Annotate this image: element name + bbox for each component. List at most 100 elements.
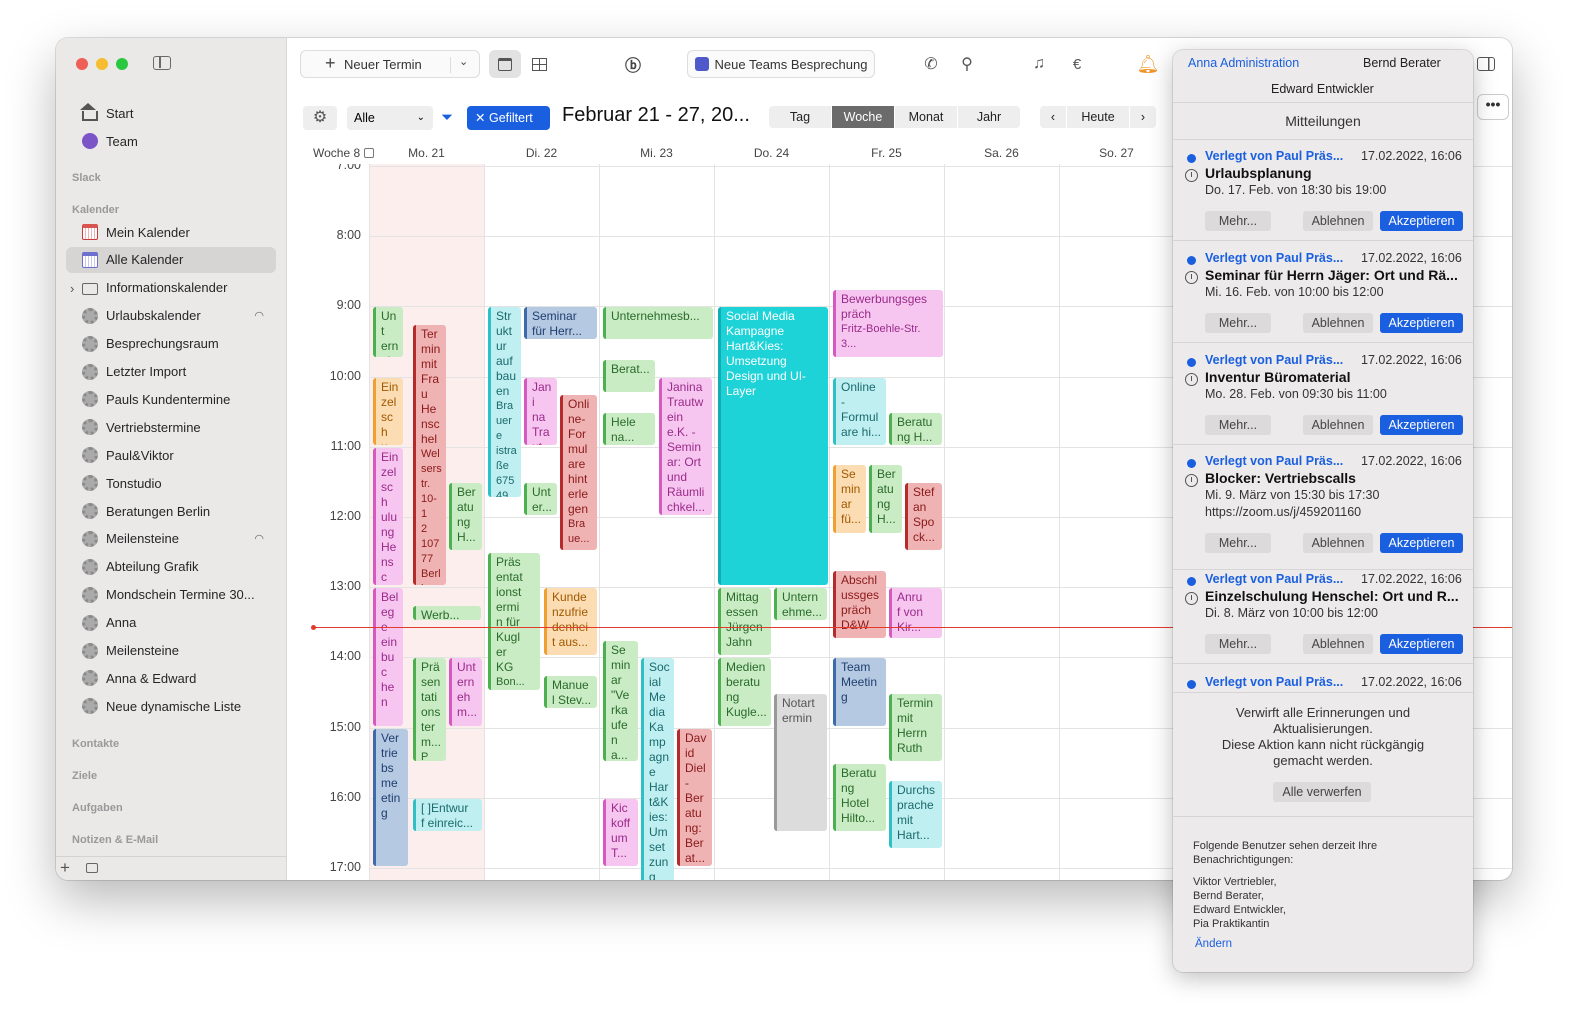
teams-meeting-button[interactable]: Neue Teams Besprechung — [687, 50, 875, 78]
calendar-event[interactable]: Ber atu ng H... — [869, 465, 902, 533]
calendar-event[interactable]: Unt er... — [524, 482, 557, 515]
route-icon[interactable]: ⚲ — [955, 50, 979, 78]
section-aufgaben[interactable]: Aufgaben — [72, 802, 123, 814]
section-notizen[interactable]: Notizen & E-Mail — [72, 834, 158, 846]
calendar-event[interactable]: Unt ern eh m... — [449, 658, 482, 726]
calendar-event[interactable]: Notart ermin — [774, 693, 827, 831]
add-button[interactable]: + — [60, 858, 70, 878]
calendar-event[interactable]: Social Media Kampagne Hart&Kies: Umsetzu… — [718, 307, 828, 586]
view-tab-monat[interactable]: Monat — [895, 106, 957, 128]
calendar-event[interactable]: Anru f von Kir... — [889, 588, 942, 638]
grid-view-icon[interactable] — [525, 50, 553, 78]
calendar-event[interactable]: Ter min mit Fra u He nsc hel Wel sers tr.… — [413, 324, 446, 586]
sidebar-calendar-10[interactable]: Beratungen Berlin — [66, 498, 276, 524]
calendar-event[interactable]: Kic koff um T... — [603, 798, 638, 866]
user-tab-bernd[interactable]: Bernd Berater — [1363, 56, 1441, 70]
sidebar-calendar-3[interactable]: Urlaubskalender ◠ — [66, 303, 276, 329]
view-tab-tag[interactable]: Tag — [769, 106, 831, 128]
calendar-event[interactable]: Hele na... — [603, 412, 655, 445]
calendar-event[interactable]: Werb... — [413, 605, 481, 621]
sidebar-calendar-5[interactable]: Letzter Import — [66, 359, 276, 385]
calendar-event[interactable]: [ ]Entwur f einreic... — [413, 798, 482, 831]
sidebar-calendar-0[interactable]: Mein Kalender — [66, 219, 276, 245]
day-header[interactable]: Do. 24 — [714, 146, 829, 160]
sidebar-calendar-13[interactable]: Mondschein Termine 30... — [66, 582, 276, 608]
calendar-event[interactable]: Beratu ng H... — [889, 412, 942, 445]
calendar-event[interactable]: Dav id Diel - Ber atu ng: Ber at... — [677, 728, 712, 866]
day-header[interactable]: So. 27 — [1059, 146, 1174, 160]
note-link[interactable]: https://zoom.us/j/459201160 — [1205, 505, 1361, 519]
music-icon[interactable]: ♫ — [1027, 50, 1051, 78]
section-kontakte[interactable]: Kontakte — [72, 738, 119, 750]
more-button[interactable]: Mehr... — [1205, 211, 1271, 231]
zoom-window-button[interactable] — [116, 58, 128, 70]
minimize-window-button[interactable] — [96, 58, 108, 70]
calendar-event[interactable]: Soc ial Me dia Ka mp agn e Har t&K ies: … — [641, 658, 674, 880]
filter-select[interactable]: Alle ⌄ — [347, 106, 433, 130]
discard-all-button[interactable]: Alle verwerfen — [1273, 782, 1371, 802]
calendar-event[interactable]: Onli ne- For mul are hint erle gen Bra ue… — [560, 395, 597, 551]
logo-icon[interactable]: ⓑ — [621, 50, 645, 78]
chevron-down-icon[interactable]: ⌄ — [459, 55, 468, 68]
day-header[interactable]: Fr. 25 — [829, 146, 944, 160]
calendar-event[interactable]: Medien beratu ng Kugle... — [718, 658, 771, 726]
day-header[interactable]: Mi. 23 — [599, 146, 714, 160]
chevron-left-icon[interactable]: ‹ — [1040, 106, 1066, 128]
change-link[interactable]: Ändern — [1195, 938, 1232, 950]
day-header[interactable]: Di. 22 — [484, 146, 599, 160]
decline-button[interactable]: Ablehnen — [1303, 313, 1373, 333]
sidebar-calendar-4[interactable]: Besprechungsraum — [66, 331, 276, 357]
new-event-button[interactable]: Neuer Termin — [344, 57, 422, 72]
decline-button[interactable]: Ablehnen — [1303, 533, 1373, 553]
more-button[interactable]: Mehr... — [1205, 533, 1271, 553]
accept-button[interactable]: Akzeptieren — [1380, 313, 1463, 333]
calendar-small-icon[interactable] — [86, 863, 98, 873]
sidebar-calendar-9[interactable]: Tonstudio — [66, 470, 276, 496]
close-window-button[interactable] — [76, 58, 88, 70]
calendar-event[interactable]: Beratu ng Hotel Hilto... — [833, 763, 886, 831]
sidebar-calendar-11[interactable]: Meilensteine ◠ — [66, 526, 276, 552]
sidebar-calendar-15[interactable]: Meilensteine — [66, 638, 276, 664]
chevron-right-icon[interactable]: › — [1130, 106, 1156, 128]
sidebar-calendar-1[interactable]: Alle Kalender — [66, 246, 276, 273]
sidebar-calendar-17[interactable]: Neue dynamische Liste — [66, 693, 276, 719]
accept-button[interactable]: Akzeptieren — [1380, 634, 1463, 654]
calendar-event[interactable]: Ein zel sch ul... — [373, 377, 403, 445]
calendar-event[interactable]: Berat... — [603, 360, 655, 393]
more-button[interactable]: Mehr... — [1205, 313, 1271, 333]
day-header[interactable]: Sa. 26 — [944, 146, 1059, 160]
accept-button[interactable]: Akzeptieren — [1380, 533, 1463, 553]
calendar-event[interactable]: Janina Trautw ein e.K. - Semin ar: Ort u… — [659, 377, 712, 515]
sidebar-item-team[interactable]: Team — [66, 128, 276, 154]
calendar-event[interactable]: Seminar für Herr... — [524, 307, 597, 340]
calendar-event[interactable]: Bel ege ein buc hen — [373, 588, 403, 726]
view-tab-jahr[interactable]: Jahr — [958, 106, 1020, 128]
calendar-event[interactable]: Ber atu ng H... — [449, 482, 482, 551]
today-button[interactable]: Heute — [1067, 106, 1129, 128]
more-button[interactable]: Mehr... — [1205, 415, 1271, 435]
sidebar-calendar-8[interactable]: Paul&Viktor — [66, 442, 276, 468]
accept-button[interactable]: Akzeptieren — [1380, 211, 1463, 231]
sidebar-calendar-7[interactable]: Vertriebstermine — [66, 414, 276, 440]
calendar-event[interactable]: Durchs prache mit Hart... — [889, 781, 942, 849]
calendar-event[interactable]: Kunde nzufrie denhei t aus... — [544, 588, 597, 656]
calendar-event[interactable]: Manue l Stev... — [544, 675, 597, 709]
calendar-event[interactable]: Stef an Spo ck... — [905, 482, 942, 551]
decline-button[interactable]: Ablehnen — [1303, 634, 1373, 654]
close-icon[interactable]: ✕ — [475, 111, 485, 125]
sidebar-calendar-12[interactable]: Abteilung Grafik — [66, 554, 276, 580]
sidebar-calendar-2[interactable]: › Informationskalender — [66, 275, 276, 301]
day-header[interactable]: Mo. 21 — [369, 146, 484, 160]
calendar-event[interactable]: Termin mit Herrn Ruth — [889, 693, 942, 761]
calendar-event[interactable]: Jani na Tra ut... — [524, 377, 557, 445]
sidebar-item-start[interactable]: Start — [66, 100, 276, 126]
calendar-event[interactable]: Präs entat ionst ermi n für Kugl er KG Bo… — [488, 553, 540, 691]
phone-icon[interactable]: ✆ — [919, 50, 943, 78]
decline-button[interactable]: Ablehnen — [1303, 211, 1373, 231]
calendar-event[interactable]: Se min ar fü... — [833, 465, 866, 533]
inspector-toggle-icon[interactable] — [1474, 50, 1498, 78]
chevron-right-icon[interactable]: › — [70, 281, 74, 296]
calendar-event[interactable]: Ver trie bs me etin g — [373, 728, 408, 866]
calendar-event[interactable]: Mittag essen Jürgen Jahn — [718, 588, 771, 656]
sidebar-calendar-16[interactable]: Anna & Edward — [66, 665, 276, 691]
